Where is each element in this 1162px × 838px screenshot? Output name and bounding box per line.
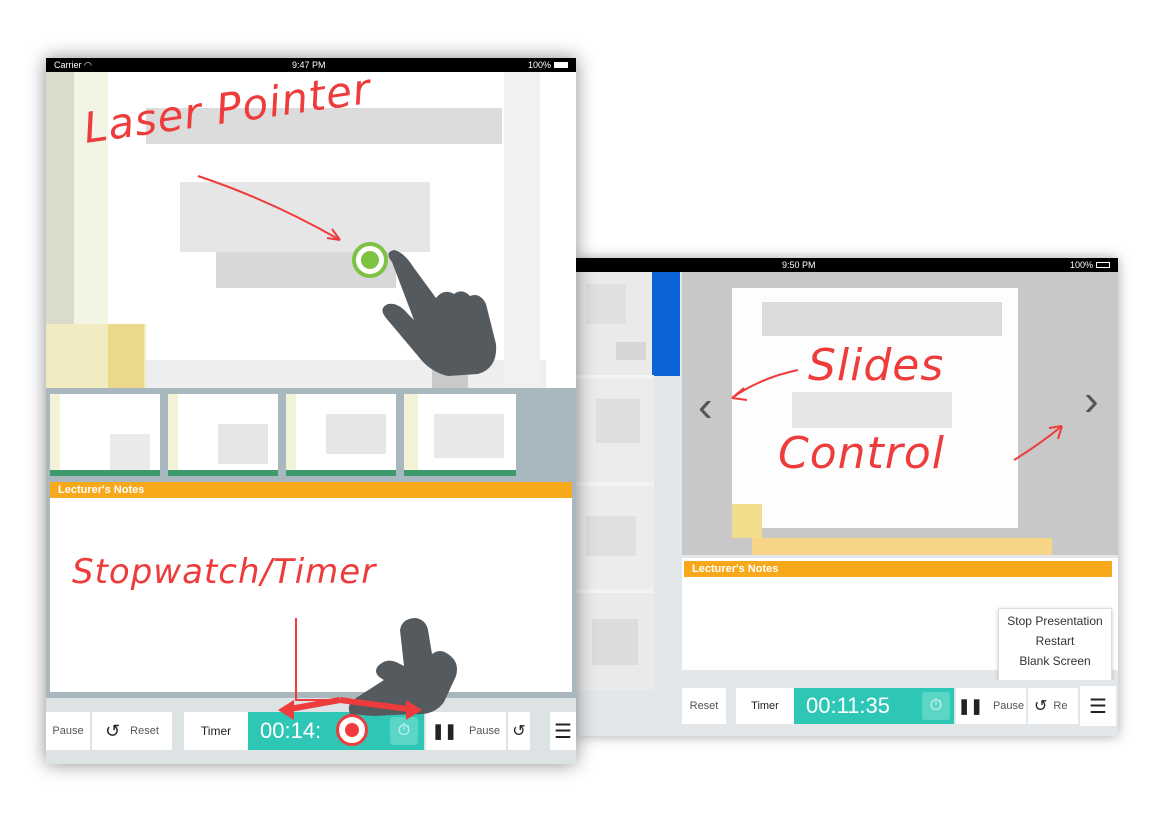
menu-button[interactable]: ☰	[550, 712, 576, 750]
slide-list-item[interactable]	[576, 379, 654, 482]
reset-button[interactable]: Reset	[682, 688, 726, 724]
slide-list[interactable]	[576, 272, 654, 690]
annotation-arrows-right	[731, 369, 1063, 461]
slide-list-item[interactable]	[576, 593, 654, 690]
status-bar: Carrier ◠ 9:47 PM 100%	[46, 58, 576, 72]
pause-label: Pause	[468, 725, 501, 737]
presentation-menu: Stop Presentation Restart Blank Screen	[998, 608, 1112, 686]
pause-icon: ❚❚	[431, 723, 457, 740]
menu-button[interactable]: ☰	[1080, 686, 1116, 726]
reset-icon: ↺	[1034, 698, 1048, 715]
annotation-stopwatch: Stopwatch/Timer	[72, 552, 377, 592]
reset-button[interactable]: ↺ Reset	[92, 712, 172, 750]
status-time: 9:47 PM	[292, 60, 326, 70]
pause-label: Pause	[992, 700, 1025, 712]
reset-icon: ↺	[105, 720, 121, 741]
slide-thumbnail[interactable]	[50, 394, 160, 476]
status-carrier: Carrier ◠	[54, 59, 92, 70]
pause-button[interactable]: ❚❚ Pause	[956, 688, 1026, 724]
battery-icon	[1096, 262, 1110, 268]
status-time: 9:50 PM	[782, 260, 816, 270]
menu-item-stop-presentation[interactable]: Stop Presentation	[999, 611, 1111, 631]
pause-icon: ❚❚	[957, 698, 983, 715]
pause-button-left[interactable]: Pause	[46, 712, 90, 750]
status-battery: 100%	[1069, 260, 1093, 270]
battery-icon	[554, 62, 568, 68]
status-bar: 9:50 PM 100%	[576, 258, 1118, 272]
slide-list-item[interactable]	[576, 486, 654, 589]
reset-button-2[interactable]: ↺	[508, 712, 530, 750]
timer-display[interactable]: 00:11:35 ⏱	[794, 688, 954, 724]
status-battery: 100%	[528, 60, 568, 70]
slide-list-item-selected[interactable]	[576, 272, 654, 375]
reset-button-2[interactable]: ↺ Re	[1028, 688, 1078, 724]
wifi-icon: ◠	[84, 59, 92, 70]
annotation-arrows-left	[197, 175, 422, 720]
menu-item-restart[interactable]: Restart	[999, 631, 1111, 651]
toolbar: Reset Timer 00:11:35 ⏱ ❚❚ Pause ↺ Re ☰	[682, 680, 1118, 736]
stopwatch-icon[interactable]: ⏱	[922, 692, 950, 720]
timer-tab[interactable]: Timer	[736, 688, 794, 724]
notes-header: Lecturer's Notes	[684, 561, 1112, 577]
reset-label-cut: Re	[1053, 700, 1068, 712]
reset-label: Reset	[130, 725, 159, 737]
reset-icon: ↺	[512, 723, 526, 740]
timer-value: 00:11:35	[806, 693, 891, 718]
list-selection-bar	[654, 272, 680, 376]
menu-item-blank-screen[interactable]: Blank Screen	[999, 651, 1111, 671]
